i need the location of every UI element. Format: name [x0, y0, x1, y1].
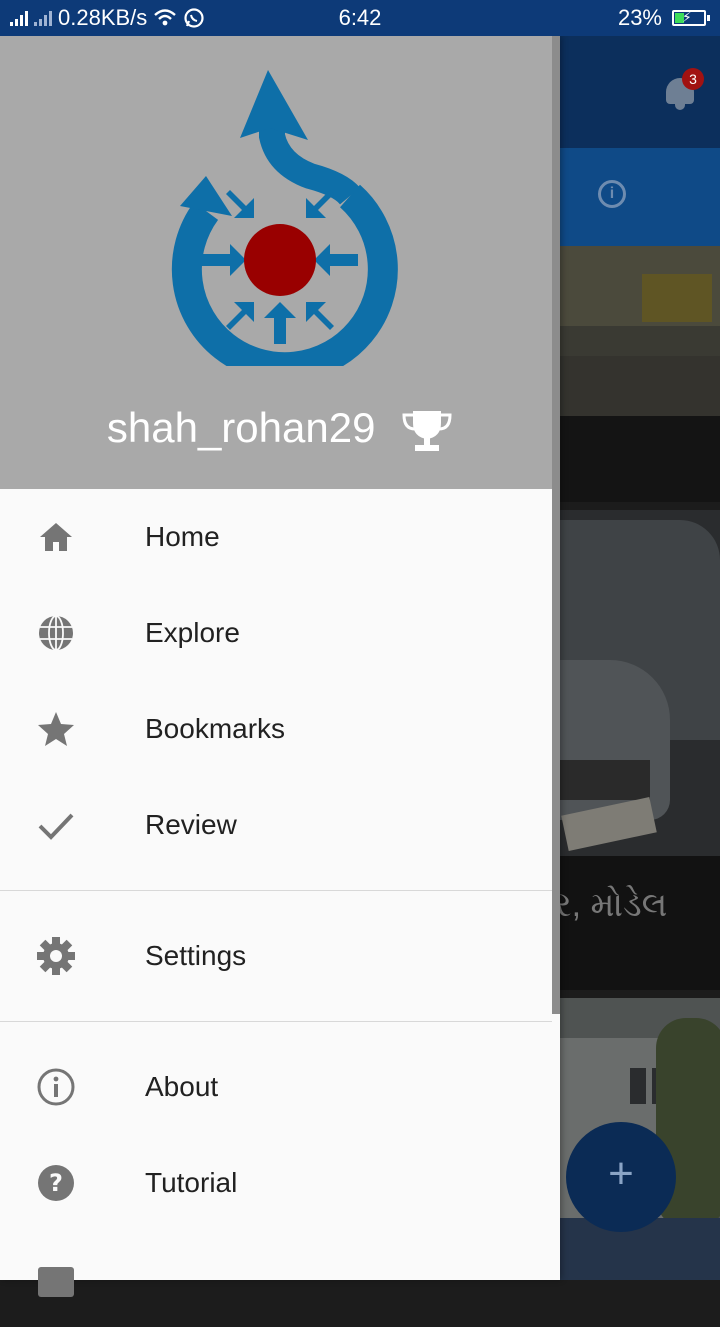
menu-item-label: Review — [145, 809, 237, 840]
gear-icon — [37, 937, 75, 975]
info-icon — [37, 1068, 75, 1106]
navigation-drawer: shah_rohan29 Home Explore Bookmarks Revi… — [0, 36, 560, 1297]
feedback-icon — [38, 1267, 74, 1297]
contribution-card[interactable]: ર, મોડેલ — [560, 510, 720, 990]
menu-item-label: Bookmarks — [145, 713, 286, 744]
home-icon — [40, 523, 72, 551]
notification-bell-icon[interactable]: 3 — [662, 68, 704, 112]
menu-item-label: Tutorial — [145, 1167, 238, 1198]
menu-item-home[interactable]: Home — [0, 489, 552, 585]
menu-item-label: Settings — [145, 940, 247, 971]
status-bar: 0.28KB/s 6:42 23% ⚡ — [0, 0, 720, 36]
check-icon — [38, 813, 74, 840]
globe-icon — [39, 615, 73, 651]
star-icon — [38, 712, 74, 746]
menu-item-settings[interactable]: Settings — [0, 908, 552, 1004]
menu-item-tutorial[interactable]: ? Tutorial — [0, 1135, 552, 1231]
commons-logo — [171, 70, 398, 366]
drawer-header: shah_rohan29 — [0, 36, 560, 489]
clock: 6:42 — [338, 5, 382, 30]
trophy-icon[interactable] — [401, 409, 453, 453]
menu-item-review[interactable]: Review — [0, 777, 552, 873]
notification-badge: 3 — [682, 68, 704, 90]
add-button[interactable]: + — [566, 1122, 676, 1232]
divider — [0, 1021, 552, 1022]
username: shah_rohan29 — [106, 404, 376, 451]
battery-percent: 23% — [617, 5, 662, 30]
menu-item-explore[interactable]: Explore — [0, 585, 552, 681]
svg-text:?: ? — [49, 1169, 63, 1197]
menu-item-bookmarks[interactable]: Bookmarks — [0, 681, 552, 777]
battery-icon: ⚡ — [672, 9, 710, 26]
menu-item-partial[interactable] — [0, 1231, 552, 1327]
divider — [0, 890, 552, 891]
drawer-menu: Home Explore Bookmarks Review Settings A… — [0, 489, 552, 1327]
menu-item-about[interactable]: About — [0, 1039, 552, 1135]
menu-item-label: About — [145, 1071, 219, 1102]
card-caption: ર, મોડેલ — [560, 886, 668, 924]
menu-item-label: Explore — [145, 617, 240, 648]
contribution-card[interactable] — [560, 246, 720, 502]
help-icon: ? — [38, 1165, 74, 1201]
drawer-scrollbar[interactable] — [552, 36, 560, 1014]
menu-item-label: Home — [145, 521, 220, 552]
info-icon[interactable]: i — [598, 180, 626, 208]
